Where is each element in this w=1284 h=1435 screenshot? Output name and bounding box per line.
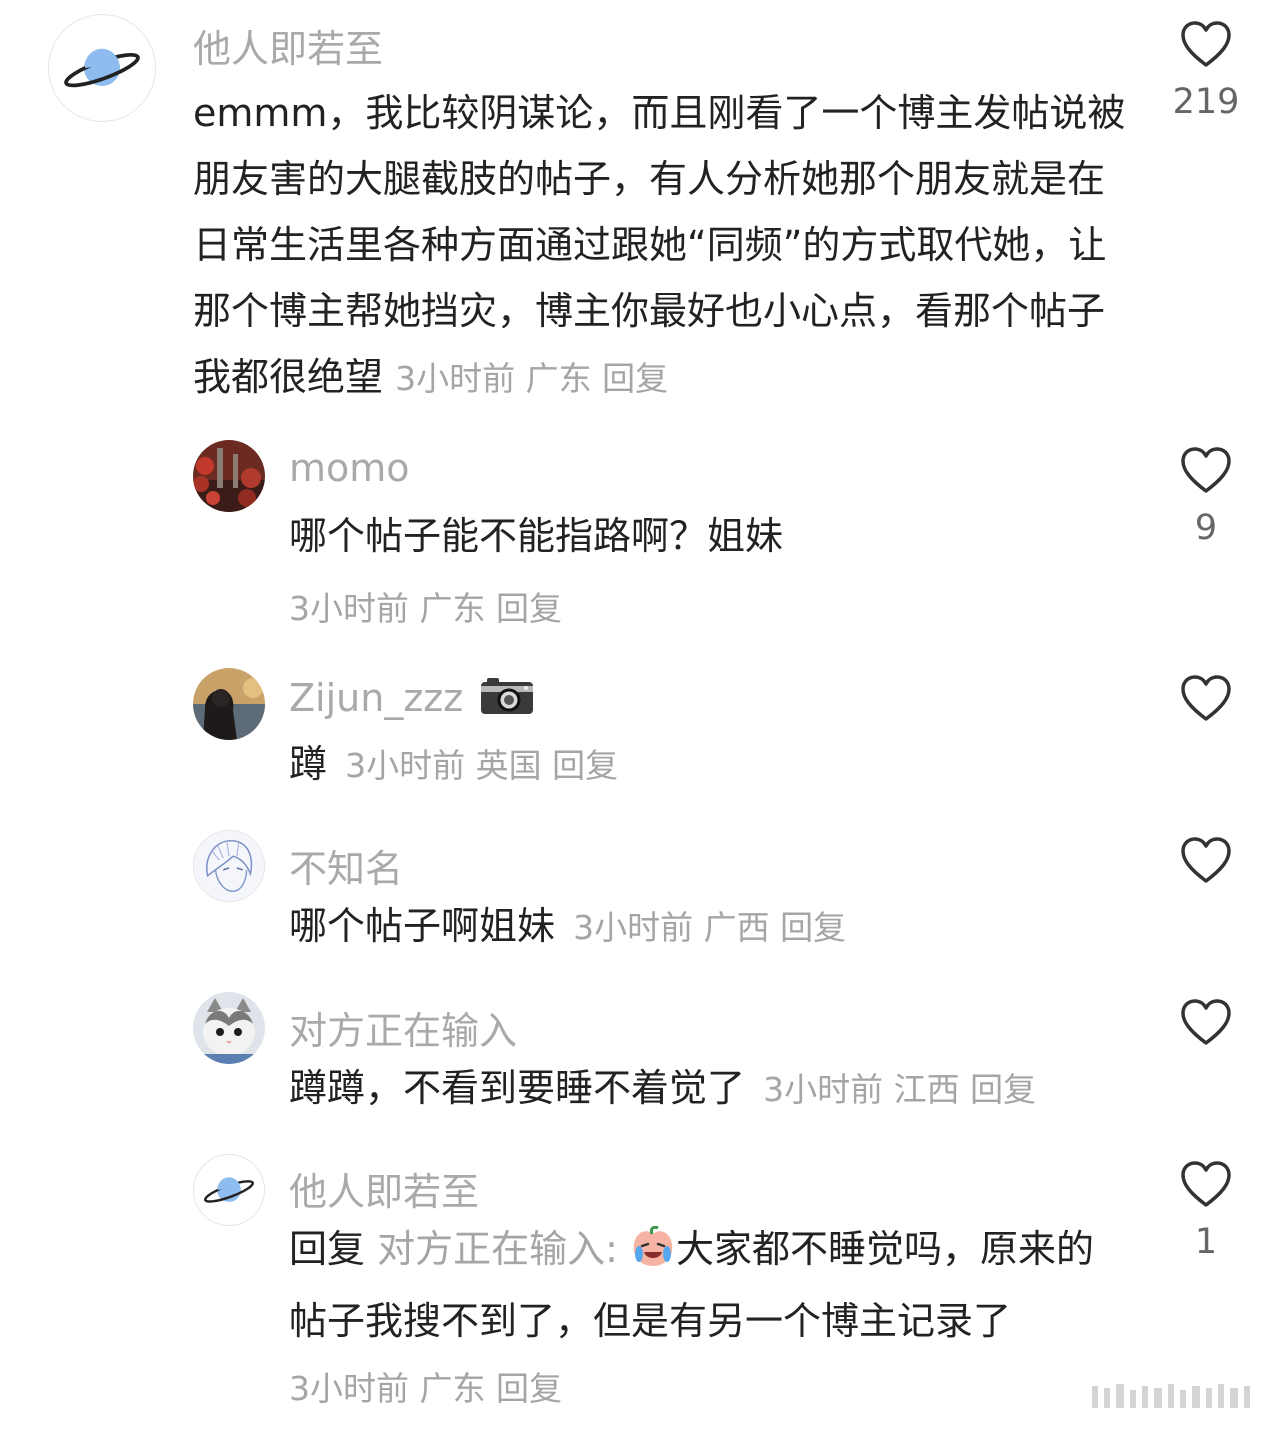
like-count: 9: [1194, 508, 1218, 548]
reply-location: 江西: [893, 1070, 960, 1109]
heart-outline-icon: [1181, 1161, 1231, 1207]
like-button[interactable]: [1166, 836, 1246, 884]
kitten-photo: [193, 992, 265, 1064]
reply-button[interactable]: 回复: [496, 1369, 562, 1408]
reply-text-line: 蹲蹲，不看到要睡不着觉了 3小时前 江西 回复: [289, 1062, 1036, 1116]
reply-mention[interactable]: 对方正在输入:: [377, 1227, 618, 1271]
reply-button[interactable]: 回复: [780, 908, 846, 947]
reply-time: 3小时前: [573, 908, 694, 947]
reply-body: 哪个帖子啊姐妹: [289, 904, 556, 948]
reply-username[interactable]: 他人即若至: [289, 1161, 479, 1216]
watermark-logo: [1084, 1376, 1264, 1420]
camera-icon: [479, 676, 535, 725]
woman-by-water-photo: [193, 668, 265, 740]
reply-body: 蹲: [289, 742, 328, 786]
comment-location: 广东: [525, 359, 592, 398]
reply-meta: 3小时前 江西 回复: [763, 1070, 1036, 1109]
reply-text-line: 哪个帖子啊姐妹 3小时前 广西 回复: [289, 900, 846, 954]
avatar[interactable]: [193, 830, 265, 902]
avatar[interactable]: [193, 440, 265, 512]
mention-username: 对方正在输入: [377, 1227, 606, 1271]
avatar[interactable]: [193, 1154, 265, 1226]
reply-button[interactable]: 回复: [602, 359, 668, 398]
reply-meta: 3小时前 广东 回复: [289, 1369, 562, 1408]
heart-outline-icon: [1181, 447, 1231, 493]
comment-time: 3小时前: [395, 359, 516, 398]
username-text: Zijun_zzz: [289, 676, 464, 720]
reply-meta: 3小时前 英国 回复: [345, 746, 618, 785]
heart-outline-icon: [1181, 21, 1231, 67]
comment-text: emmm，我比较阴谋论，而且刚看了一个博主发帖说被朋友害的大腿截肢的帖子，有人分…: [193, 80, 1128, 412]
reply-username[interactable]: momo: [289, 446, 410, 490]
reply-time: 3小时前: [763, 1070, 884, 1109]
like-count: 219: [1172, 82, 1240, 122]
saturn-planet-icon: [64, 48, 140, 88]
comment-username[interactable]: 他人即若至: [193, 18, 383, 73]
comment-meta: 3小时前 广东 回复: [395, 359, 668, 398]
like-button[interactable]: [1166, 998, 1246, 1046]
reply-text: 回复 对方正在输入: 大家都不睡觉吗，原来的帖子我搜不到了，但是有另一个博主记录…: [289, 1216, 1099, 1422]
reply-location: 广东: [419, 1369, 486, 1408]
reply-time: 3小时前: [345, 746, 466, 785]
avatar[interactable]: [193, 992, 265, 1064]
crying-laughing-peach-emoji: [630, 1222, 676, 1288]
reply-username[interactable]: 不知名: [289, 838, 403, 893]
reply-location: 英国: [475, 746, 542, 785]
reply-time: 3小时前: [289, 589, 409, 628]
anime-sketch-portrait: [194, 831, 264, 901]
avatar[interactable]: [193, 668, 265, 740]
comment-body: emmm，我比较阴谋论，而且刚看了一个博主发帖说被朋友害的大腿截肢的帖子，有人分…: [193, 91, 1126, 399]
reply-username[interactable]: 对方正在输入: [289, 1000, 517, 1055]
like-button[interactable]: 1: [1166, 1160, 1246, 1262]
reply-button[interactable]: 回复: [970, 1070, 1036, 1109]
reply-meta: 3小时前 广西 回复: [573, 908, 846, 947]
avatar[interactable]: [48, 14, 156, 122]
heart-outline-icon: [1181, 837, 1231, 883]
reply-button[interactable]: 回复: [496, 589, 562, 628]
mention-colon: :: [605, 1227, 618, 1271]
reply-location: 广东: [419, 589, 486, 628]
like-count: 1: [1194, 1222, 1218, 1262]
reply-username[interactable]: Zijun_zzz: [289, 676, 535, 725]
reply-prefix: 回复: [289, 1227, 366, 1271]
reply-text: 哪个帖子能不能指路啊？姐妹: [289, 514, 784, 558]
saturn-planet-icon: [204, 1177, 254, 1203]
reply-text-line: 蹲 3小时前 英国 回复: [289, 738, 618, 792]
like-button[interactable]: [1166, 674, 1246, 722]
heart-outline-icon: [1181, 675, 1231, 721]
like-button[interactable]: 219: [1166, 20, 1246, 122]
reply-time: 3小时前: [289, 1369, 409, 1408]
like-button[interactable]: 9: [1166, 446, 1246, 548]
reply-button[interactable]: 回复: [552, 746, 618, 785]
reply-location: 广西: [703, 908, 770, 947]
reply-body: 蹲蹲，不看到要睡不着觉了: [289, 1066, 746, 1110]
reply-meta: 3小时前 广东 回复: [289, 582, 562, 630]
heart-outline-icon: [1181, 999, 1231, 1045]
red-flowers-chimney-photo: [193, 440, 265, 512]
